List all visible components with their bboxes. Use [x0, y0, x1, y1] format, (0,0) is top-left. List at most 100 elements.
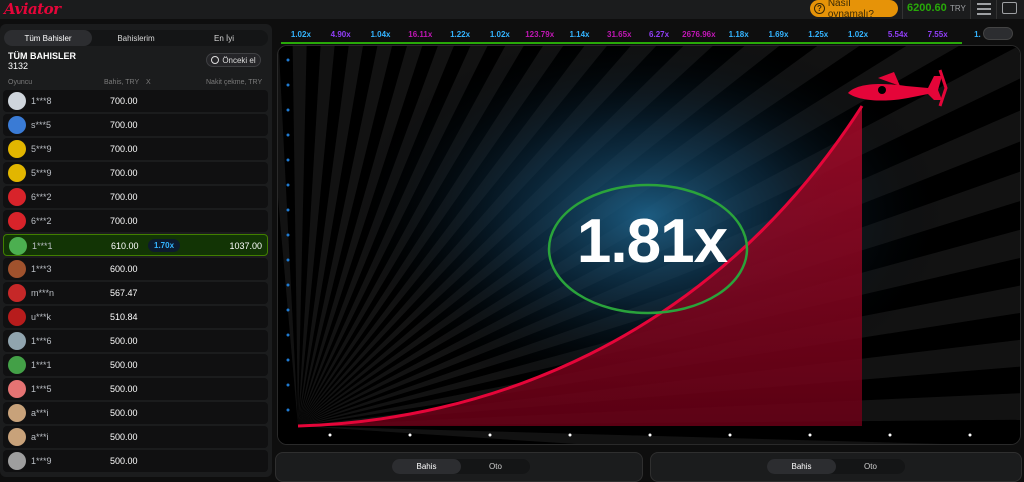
- avatar: [8, 332, 26, 350]
- history-multiplier[interactable]: 1.22x: [440, 30, 480, 39]
- bet-amount: 567.47: [110, 288, 138, 298]
- table-row: 1***1 610.00 1.70x 1037.00: [3, 234, 268, 256]
- balance-currency: TRY: [950, 4, 966, 13]
- history-multiplier[interactable]: 16.11x: [400, 30, 440, 39]
- bet-panel-1: Bahis Oto: [275, 452, 643, 482]
- bet-panel-1-tabs: Bahis Oto: [392, 459, 530, 474]
- history-multiplier[interactable]: 31.65x: [599, 30, 639, 39]
- player-name: u***k: [31, 312, 52, 322]
- cashout-amount: 1037.00: [229, 241, 262, 251]
- balance-amount: 6200.60: [907, 2, 947, 14]
- table-row: s***5 700.00: [3, 114, 268, 136]
- bets-panel: Tüm Bahisler Bahislerim En İyi TÜM BAHIS…: [0, 24, 272, 477]
- player-name: 1***6: [31, 336, 52, 346]
- col-player: Oyuncu: [8, 79, 33, 86]
- player-name: 5***9: [31, 168, 52, 178]
- bet-amount: 510.84: [110, 312, 138, 322]
- avatar: [8, 284, 26, 302]
- history-multiplier[interactable]: 123.79x: [520, 30, 560, 39]
- table-row: 1***6 500.00: [3, 330, 268, 352]
- bet-amount: 700.00: [110, 216, 138, 226]
- history-multiplier[interactable]: 1.14x: [560, 30, 600, 39]
- history-multiplier[interactable]: 1.02x: [838, 30, 878, 39]
- player-name: a***i: [31, 408, 49, 418]
- tab-auto[interactable]: Oto: [836, 459, 905, 474]
- menu-icon[interactable]: [977, 3, 991, 15]
- player-name: 6***2: [31, 216, 52, 226]
- bet-amount: 600.00: [110, 264, 138, 274]
- history-multiplier[interactable]: 6.27x: [639, 30, 679, 39]
- all-bets-count: 3132: [8, 61, 29, 71]
- avatar: [8, 164, 26, 182]
- history-multiplier[interactable]: 1.02x: [480, 30, 520, 39]
- divider: [970, 0, 971, 19]
- avatar: [8, 116, 26, 134]
- avatar: [8, 140, 26, 158]
- tab-my-bets[interactable]: Bahislerim: [92, 30, 180, 46]
- bet-amount: 500.00: [110, 336, 138, 346]
- player-name: 1***9: [31, 456, 52, 466]
- current-multiplier: 1.81x: [576, 207, 728, 276]
- bet-amount: 700.00: [110, 144, 138, 154]
- history-multiplier[interactable]: 5.54x: [878, 30, 918, 39]
- table-row: 1***8 700.00: [3, 90, 268, 112]
- bet-panel-2: Bahis Oto: [650, 452, 1022, 482]
- top-bar: Aviator ? Nasıl oynamalı? 6200.60 TRY: [0, 0, 1024, 20]
- bet-amount: 500.00: [110, 432, 138, 442]
- previous-round-button[interactable]: Önceki el: [206, 53, 261, 67]
- how-to-play-button[interactable]: ? Nasıl oynamalı?: [810, 0, 898, 20]
- player-name: 5***9: [31, 144, 52, 154]
- table-row: 1***9 500.00: [3, 450, 268, 472]
- multiplier-history: 1.02x 4.90x 1.04x 16.11x 1.22x 1.02x 123.79x 1.…: [281, 27, 1021, 41]
- player-name: 1***3: [31, 264, 52, 274]
- history-icon: [211, 56, 220, 64]
- tab-top[interactable]: En İyi: [180, 30, 268, 46]
- history-multiplier[interactable]: 1.18x: [719, 30, 759, 39]
- avatar: [8, 380, 26, 398]
- tab-bet[interactable]: Bahis: [767, 459, 836, 474]
- table-row: 5***9 700.00: [3, 138, 268, 160]
- cashout-multiplier: 1.70x: [148, 239, 181, 252]
- avatar: [8, 188, 26, 206]
- aviator-logo[interactable]: Aviator: [4, 0, 61, 18]
- table-row: a***i 500.00: [3, 426, 268, 448]
- table-row: 6***2 700.00: [3, 186, 268, 208]
- tab-bet[interactable]: Bahis: [392, 459, 461, 474]
- bet-amount: 500.00: [110, 408, 138, 418]
- player-name: 1***1: [31, 360, 52, 370]
- divider: [902, 0, 903, 19]
- avatar: [8, 308, 26, 326]
- bets-tabs: Tüm Bahisler Bahislerim En İyi: [4, 30, 268, 46]
- history-multiplier[interactable]: 4.90x: [321, 30, 361, 39]
- bet-amount: 700.00: [110, 168, 138, 178]
- question-icon: ?: [814, 3, 825, 14]
- tab-all-bets[interactable]: Tüm Bahisler: [4, 30, 92, 46]
- divider: [996, 0, 997, 19]
- bets-list: 1***8 700.00 s***5 700.00 5***9 700.00 5***9 70…: [3, 90, 268, 474]
- history-multiplier[interactable]: 7.55x: [918, 30, 958, 39]
- table-row: 6***2 700.00: [3, 210, 268, 232]
- history-multiplier[interactable]: 2676.96x: [679, 30, 719, 39]
- how-to-play-label: Nasıl oynamalı?: [827, 0, 874, 20]
- table-row: a***i 500.00: [3, 402, 268, 424]
- bet-amount: 610.00: [111, 241, 139, 251]
- history-toggle-button[interactable]: [983, 27, 1013, 40]
- table-row: 5***9 700.00: [3, 162, 268, 184]
- history-multiplier[interactable]: 1.04x: [361, 30, 401, 39]
- avatar: [8, 428, 26, 446]
- bet-amount: 700.00: [110, 96, 138, 106]
- bet-amount: 500.00: [110, 384, 138, 394]
- history-multiplier[interactable]: 1.69x: [759, 30, 799, 39]
- history-multiplier[interactable]: 1.02x: [281, 30, 321, 39]
- chat-icon[interactable]: [1002, 2, 1017, 14]
- avatar: [8, 356, 26, 374]
- player-name: 1***5: [31, 384, 52, 394]
- player-name: a***i: [31, 432, 49, 442]
- tab-auto[interactable]: Oto: [461, 459, 530, 474]
- bet-amount: 500.00: [110, 456, 138, 466]
- player-name: 1***8: [31, 96, 52, 106]
- round-progress-line: [281, 42, 962, 44]
- avatar: [8, 260, 26, 278]
- history-multiplier[interactable]: 1.25x: [798, 30, 838, 39]
- avatar: [8, 92, 26, 110]
